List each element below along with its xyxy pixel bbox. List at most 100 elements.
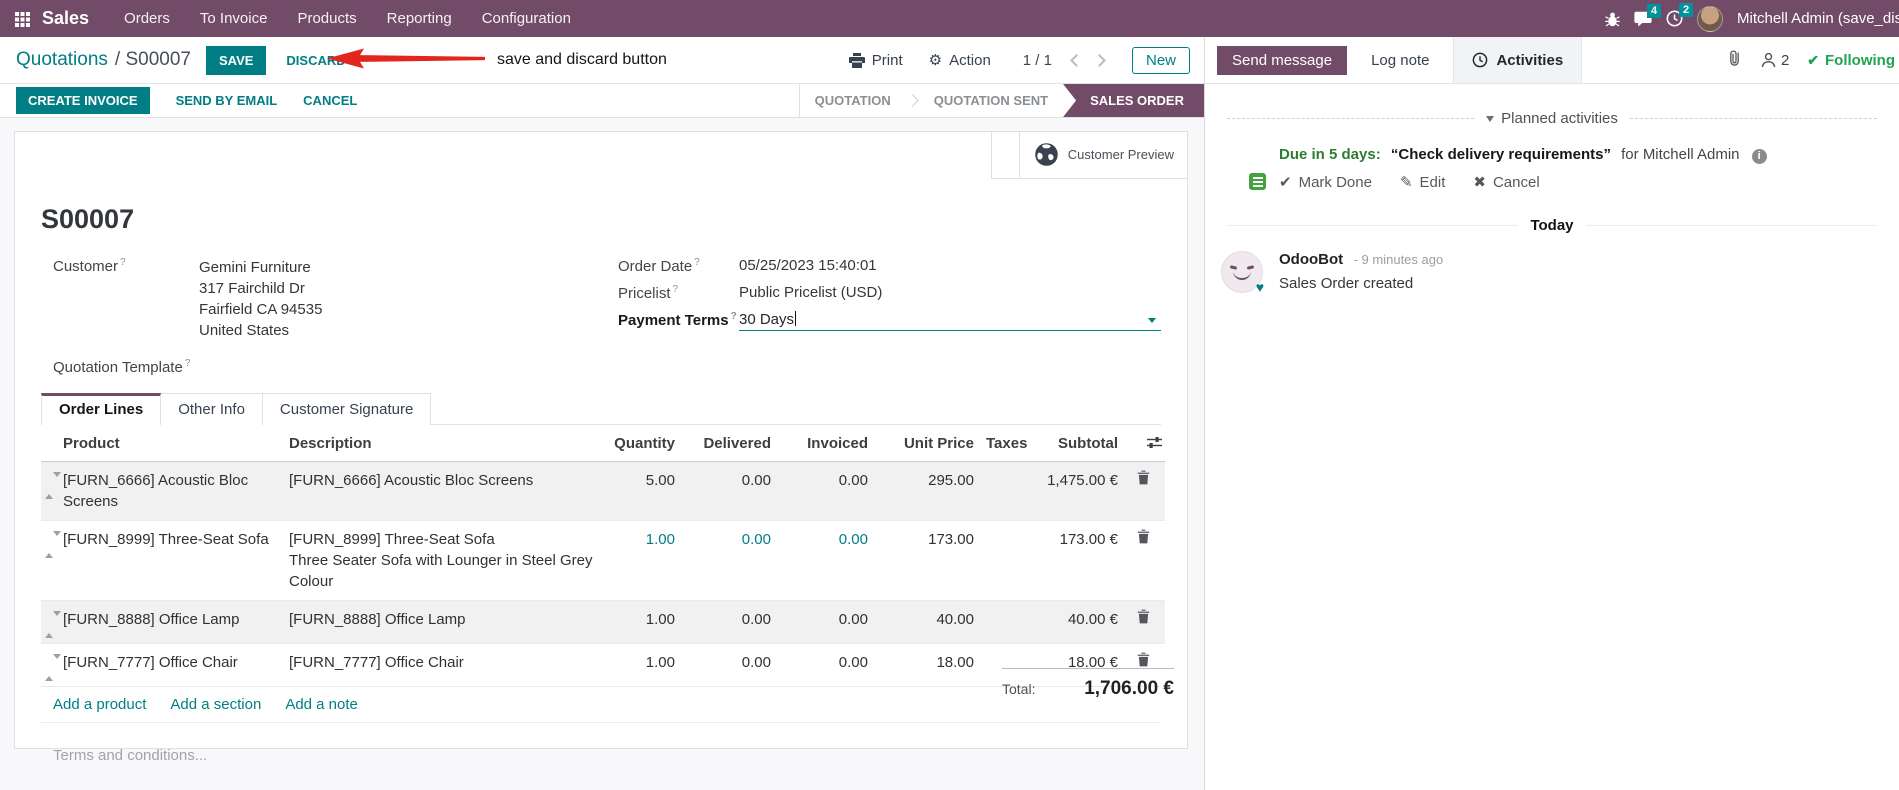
cell-invoiced[interactable]: 0.00 bbox=[775, 600, 872, 644]
delete-line-button[interactable] bbox=[1122, 461, 1165, 521]
user-name[interactable]: Mitchell Admin (save_discar bbox=[1737, 10, 1899, 27]
cell-description[interactable]: [FURN_6666] Acoustic Bloc Screens bbox=[285, 461, 605, 521]
dropdown-caret-icon[interactable] bbox=[1148, 318, 1156, 323]
cell-taxes[interactable] bbox=[978, 461, 1040, 521]
customer-link[interactable]: Gemini Furniture bbox=[199, 259, 311, 276]
send-by-email-button[interactable]: SEND BY EMAIL bbox=[176, 93, 278, 108]
drag-handle-icon[interactable] bbox=[41, 461, 61, 521]
cell-quantity[interactable]: 1.00 bbox=[605, 643, 679, 686]
menu-products[interactable]: Products bbox=[282, 10, 371, 27]
customer-preview-button[interactable]: Customer Preview bbox=[1018, 131, 1188, 179]
cell-invoiced[interactable]: 0.00 bbox=[775, 520, 872, 601]
new-button[interactable]: New bbox=[1131, 46, 1190, 74]
cancel-button[interactable]: CANCEL bbox=[303, 93, 357, 108]
menu-to-invoice[interactable]: To Invoice bbox=[185, 10, 283, 27]
delete-line-button[interactable] bbox=[1122, 520, 1165, 601]
col-invoiced[interactable]: Invoiced bbox=[775, 425, 872, 462]
log-note-button[interactable]: Log note bbox=[1371, 52, 1429, 69]
activities-clock-icon[interactable]: 2 bbox=[1666, 3, 1694, 27]
cell-description[interactable]: [FURN_8999] Three-Seat Sofa Three Seater … bbox=[285, 520, 605, 601]
cell-quantity[interactable]: 1.00 bbox=[605, 520, 679, 601]
cell-invoiced[interactable]: 0.00 bbox=[775, 461, 872, 521]
cell-delivered[interactable]: 0.00 bbox=[679, 520, 775, 601]
terms-and-conditions-input[interactable]: Terms and conditions... bbox=[53, 747, 1187, 764]
message-author[interactable]: OdooBot bbox=[1279, 251, 1343, 268]
add-a-section-link[interactable]: Add a section bbox=[170, 696, 261, 713]
stage-quotation-sent[interactable]: QUOTATION SENT bbox=[919, 84, 1063, 117]
cell-unit-price[interactable]: 173.00 bbox=[872, 520, 978, 601]
drag-handle-icon[interactable] bbox=[41, 643, 61, 686]
field-groups: Customer? Gemini Furniture 317 Fairchild… bbox=[41, 257, 1161, 385]
planned-activities-toggle[interactable]: Planned activities bbox=[1486, 110, 1618, 127]
order-line-row[interactable]: [FURN_7777] Office Chair [FURN_7777] Off… bbox=[41, 643, 1165, 686]
activities-button[interactable]: Activities bbox=[1453, 37, 1583, 83]
following-button[interactable]: ✔ Following bbox=[1807, 52, 1895, 69]
drag-handle-icon[interactable] bbox=[41, 600, 61, 644]
order-date-value[interactable]: 05/25/2023 15:40:01 bbox=[739, 257, 877, 275]
payment-terms-input[interactable]: 30 Days bbox=[739, 311, 1161, 331]
breadcrumb-quotations-link[interactable]: Quotations bbox=[16, 49, 108, 71]
delete-line-button[interactable] bbox=[1122, 600, 1165, 644]
drag-handle-icon[interactable] bbox=[41, 520, 61, 601]
cell-delivered[interactable]: 0.00 bbox=[679, 643, 775, 686]
cell-subtotal: 173.00 € bbox=[1040, 520, 1122, 601]
pager-previous-icon[interactable] bbox=[1070, 53, 1083, 67]
cancel-activity-button[interactable]: ✖ Cancel bbox=[1473, 173, 1539, 192]
col-quantity[interactable]: Quantity bbox=[605, 425, 679, 462]
tab-customer-signature[interactable]: Customer Signature bbox=[262, 393, 432, 425]
add-a-note-link[interactable]: Add a note bbox=[285, 696, 358, 713]
cell-unit-price[interactable]: 40.00 bbox=[872, 600, 978, 644]
tab-other-info[interactable]: Other Info bbox=[161, 393, 263, 425]
cell-product[interactable]: [FURN_7777] Office Chair bbox=[59, 643, 285, 686]
cell-delivered[interactable]: 0.00 bbox=[679, 461, 775, 521]
edit-activity-button[interactable]: ✎ Edit bbox=[1400, 173, 1445, 192]
cell-unit-price[interactable]: 295.00 bbox=[872, 461, 978, 521]
cell-product[interactable]: [FURN_8888] Office Lamp bbox=[59, 600, 285, 644]
print-button[interactable]: Print bbox=[848, 52, 903, 69]
cell-description[interactable]: [FURN_7777] Office Chair bbox=[285, 643, 605, 686]
menu-orders[interactable]: Orders bbox=[109, 10, 185, 27]
attachments-button[interactable] bbox=[1726, 49, 1743, 72]
col-delivered[interactable]: Delivered bbox=[679, 425, 775, 462]
action-button[interactable]: ⚙ Action bbox=[929, 51, 991, 70]
bug-icon[interactable] bbox=[1605, 11, 1620, 27]
order-line-row[interactable]: [FURN_6666] Acoustic Bloc Screens [FURN_… bbox=[41, 461, 1165, 521]
stage-quotation[interactable]: QUOTATION bbox=[800, 84, 906, 117]
app-name[interactable]: Sales bbox=[42, 8, 89, 29]
order-line-row[interactable]: [FURN_8999] Three-Seat Sofa [FURN_8999] … bbox=[41, 520, 1165, 601]
col-unit-price[interactable]: Unit Price bbox=[872, 425, 978, 462]
followers-button[interactable]: 2 bbox=[1761, 52, 1789, 69]
cell-product[interactable]: [FURN_6666] Acoustic Bloc Screens bbox=[59, 461, 285, 521]
save-button[interactable]: SAVE bbox=[205, 45, 267, 75]
messages-icon[interactable]: 4 bbox=[1634, 3, 1662, 27]
col-description[interactable]: Description bbox=[285, 425, 605, 462]
pager-next-icon[interactable] bbox=[1093, 53, 1106, 67]
info-icon[interactable]: i bbox=[1751, 149, 1767, 164]
menu-reporting[interactable]: Reporting bbox=[372, 10, 467, 27]
col-subtotal[interactable]: Subtotal bbox=[1040, 425, 1122, 462]
cell-invoiced[interactable]: 0.00 bbox=[775, 643, 872, 686]
col-taxes[interactable]: Taxes bbox=[978, 425, 1040, 462]
cell-delivered[interactable]: 0.00 bbox=[679, 600, 775, 644]
cell-taxes[interactable] bbox=[978, 600, 1040, 644]
add-a-product-link[interactable]: Add a product bbox=[53, 696, 146, 713]
col-product[interactable]: Product bbox=[59, 425, 285, 462]
tab-order-lines[interactable]: Order Lines bbox=[41, 393, 162, 425]
mark-done-button[interactable]: ✔ Mark Done bbox=[1279, 173, 1372, 192]
cell-description[interactable]: [FURN_8888] Office Lamp bbox=[285, 600, 605, 644]
top-nav-bar: Sales Orders To Invoice Products Reporti… bbox=[0, 0, 1899, 37]
optional-columns-icon[interactable] bbox=[1146, 436, 1163, 453]
cell-taxes[interactable] bbox=[978, 520, 1040, 601]
cell-quantity[interactable]: 5.00 bbox=[605, 461, 679, 521]
apps-grid-icon[interactable] bbox=[14, 11, 30, 27]
stage-sales-order[interactable]: SALES ORDER bbox=[1063, 84, 1204, 117]
cell-product[interactable]: [FURN_8999] Three-Seat Sofa bbox=[59, 520, 285, 601]
menu-configuration[interactable]: Configuration bbox=[467, 10, 586, 27]
cell-quantity[interactable]: 1.00 bbox=[605, 600, 679, 644]
order-line-row[interactable]: [FURN_8888] Office Lamp [FURN_8888] Offi… bbox=[41, 600, 1165, 644]
user-avatar[interactable] bbox=[1697, 5, 1723, 32]
create-invoice-button[interactable]: CREATE INVOICE bbox=[16, 87, 150, 114]
send-message-button[interactable]: Send message bbox=[1217, 45, 1348, 75]
cell-unit-price[interactable]: 18.00 bbox=[872, 643, 978, 686]
pricelist-value[interactable]: Public Pricelist (USD) bbox=[739, 284, 882, 302]
